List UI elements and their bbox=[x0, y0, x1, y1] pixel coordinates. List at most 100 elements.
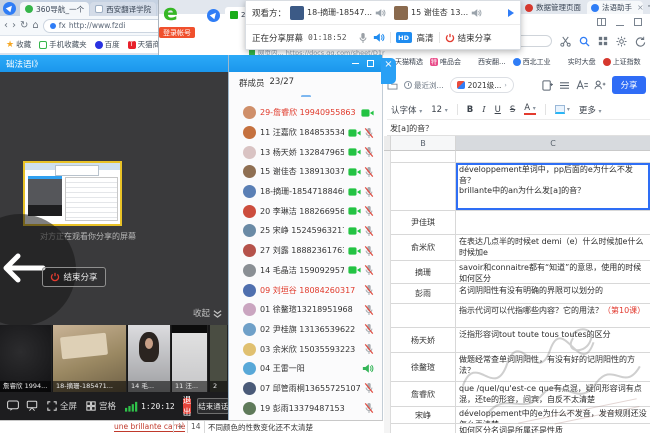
italic-button[interactable]: I bbox=[482, 105, 485, 115]
sheet-row[interactable]: 尹佳琪 bbox=[384, 211, 650, 235]
sheet-row[interactable]: 徐鳌瑄做题经常查单词阴阳性，有没有好的记阴阳性的方法？ bbox=[384, 353, 650, 382]
layout-icon[interactable] bbox=[597, 18, 606, 26]
bookmark-item[interactable]: 特唯品会 bbox=[430, 57, 461, 67]
cell-student-name[interactable] bbox=[391, 151, 456, 163]
share-button[interactable]: 分享 bbox=[612, 76, 646, 94]
viewer-chip[interactable]: 15 谢佳杏 13... bbox=[394, 6, 482, 20]
cell-question[interactable]: 泛指形容词tout toute tous toutes的区分 bbox=[456, 328, 650, 353]
member-row[interactable]: 13 杨天娇 13284796576 bbox=[229, 142, 382, 162]
member-row[interactable]: 11 汪嘉欣 18485353490 bbox=[229, 123, 382, 143]
sheet-row[interactable]: 摘珊savoir和connaitre都有“知道”的意思，使用的时候如何区分 bbox=[384, 261, 650, 284]
member-row[interactable]: 25 宋峥 15245963217 bbox=[229, 221, 382, 241]
home-icon[interactable]: ⌂ bbox=[32, 20, 38, 31]
cell-student-name[interactable]: 尹佳琪 bbox=[391, 211, 456, 235]
member-row[interactable]: 18-摘珊-18547188460 bbox=[229, 182, 382, 202]
sheet-row[interactable]: développement单词中，pp后面的e为什么不发音？ brillante… bbox=[384, 163, 650, 211]
scroll-up-hint[interactable] bbox=[301, 95, 311, 98]
recent-docs-link[interactable]: 最近浏... bbox=[404, 80, 444, 91]
spreadsheet-grid[interactable]: développement单词中，pp后面的e为什么不发音？ brillante… bbox=[384, 151, 650, 433]
sheet-row[interactable]: 彭雨名词阴阳性有没有明确的界限可以划分的 bbox=[384, 284, 650, 304]
fullscreen-button[interactable]: 全屏 bbox=[47, 400, 77, 412]
bookmark-item[interactable]: ★收藏 bbox=[6, 39, 31, 50]
tab-french-assistant[interactable]: 法语助手 × bbox=[587, 1, 643, 14]
maximize-icon[interactable] bbox=[367, 60, 374, 67]
cell-question[interactable]: 名词阴阳性有没有明确的界限可以划分的 bbox=[456, 284, 650, 304]
member-row[interactable]: 01 徐鳌瑄13218951968 bbox=[229, 300, 382, 320]
cell-student-name[interactable]: 俞米欣 bbox=[391, 235, 456, 261]
member-row[interactable]: 09 刘垣谷 18084260317 bbox=[229, 280, 382, 300]
forward-icon[interactable]: › bbox=[12, 20, 16, 31]
text-style-icon[interactable] bbox=[576, 80, 588, 90]
undo-icon[interactable] bbox=[635, 36, 646, 47]
strikethrough-button[interactable]: S bbox=[510, 105, 515, 115]
member-row[interactable]: 19 彭雨13379487153 bbox=[229, 398, 382, 418]
cell-student-name[interactable]: 宋峥 bbox=[391, 407, 456, 424]
highlight-color-button[interactable]: ▾ bbox=[555, 105, 570, 114]
member-row[interactable]: 27 刘露 18882361763 bbox=[229, 241, 382, 261]
member-row[interactable]: 29-詹睿欣 19940955863 bbox=[229, 103, 382, 123]
cell-student-name[interactable] bbox=[391, 163, 456, 211]
scissors-icon[interactable] bbox=[560, 36, 571, 47]
font-color-button[interactable]: A ▾ bbox=[524, 104, 536, 115]
cell-question[interactable]: savoir和connaitre都有“知道”的意思，使用的时候如何区分 bbox=[456, 261, 650, 284]
browser-tab[interactable]: 360导航_一个 bbox=[20, 2, 89, 16]
underline-button[interactable]: U bbox=[495, 105, 501, 115]
bookmark-item[interactable]: 实时大盘 bbox=[558, 57, 596, 67]
cell-question[interactable]: 如何区分名词是所属还是性质 bbox=[456, 424, 650, 433]
cell-question[interactable]: 在表达几点半的时候et demi（e）什么时候加e什么时候加e bbox=[456, 235, 650, 261]
end-share-button[interactable]: 结束分享 bbox=[42, 267, 106, 287]
formula-bar[interactable]: 发[a]的音？ bbox=[387, 121, 650, 136]
members-list[interactable]: 29-詹睿欣 1994095586311 汪嘉欣 1848535349013 杨… bbox=[229, 103, 382, 420]
grid-view-button[interactable]: 宫格 bbox=[86, 400, 116, 412]
cell-student-name[interactable]: 彭雨 bbox=[391, 284, 456, 304]
cell-question[interactable]: développement单词中，pp后面的e为什么不发音？ brillante… bbox=[456, 163, 650, 211]
minimize-icon[interactable] bbox=[352, 63, 359, 64]
video-thumbnail[interactable]: 2 bbox=[210, 325, 228, 392]
more-button[interactable]: 更多 ▾ bbox=[579, 104, 602, 116]
member-row[interactable]: 07 邱管雨桐13655725107 bbox=[229, 379, 382, 399]
end-call-button[interactable]: 结束通话 bbox=[197, 398, 229, 414]
minimize-button[interactable] bbox=[616, 25, 624, 26]
back-icon[interactable]: ‹ bbox=[4, 20, 8, 31]
member-row[interactable]: 20 李琳洁 18826695616 bbox=[229, 201, 382, 221]
reload-icon[interactable]: ↻ bbox=[20, 20, 28, 31]
maximize-button[interactable] bbox=[634, 18, 642, 26]
end-share-control[interactable]: 结束分享 bbox=[445, 32, 492, 44]
sheet-row[interactable]: 宋峥développement中的e为什么不发音，发音规则还没怎么弄清楚 bbox=[384, 407, 650, 424]
sheet-row[interactable]: 戴勤如何区分名词是所属还是性质 bbox=[384, 424, 650, 433]
video-thumbnail[interactable]: 18-摘珊-185471... bbox=[53, 325, 127, 392]
add-collaborator-icon[interactable] bbox=[594, 80, 606, 90]
cell-student-name[interactable] bbox=[391, 304, 456, 328]
sheet-row[interactable] bbox=[384, 151, 650, 163]
call-window-titlebar[interactable]: 础法语I》 bbox=[0, 55, 228, 72]
sheet-row[interactable]: 俞米欣在表达几点半的时候et demi（e）什么时候加e什么时候加e bbox=[384, 235, 650, 261]
sheet-row[interactable]: 杨天娇泛指形容词tout toute tous toutes的区分 bbox=[384, 328, 650, 353]
members-panel-titlebar[interactable] bbox=[229, 55, 382, 72]
bookmark-item[interactable]: 西安翻... bbox=[468, 57, 506, 67]
menu-lines-icon[interactable] bbox=[559, 81, 570, 90]
chat-icon[interactable] bbox=[7, 400, 19, 412]
font-family-select[interactable]: 认字体 ▾ bbox=[391, 104, 422, 116]
bookmark-item[interactable]: 手机收藏夹 bbox=[39, 39, 87, 50]
collapse-control[interactable]: 收起 bbox=[193, 307, 222, 319]
viewers-expand-arrow[interactable] bbox=[508, 9, 514, 17]
browser-tab[interactable]: 西安翻译学院 bbox=[90, 2, 156, 16]
speaker-icon[interactable] bbox=[373, 32, 385, 43]
hd-badge[interactable]: HD bbox=[396, 32, 412, 43]
bookmark-item[interactable]: 上证指数 bbox=[603, 57, 641, 67]
cell-student-name[interactable]: 摘珊 bbox=[391, 261, 456, 284]
column-header-c[interactable]: C bbox=[456, 136, 650, 151]
sheet-row[interactable]: 詹睿欣que /quel/qu'est-ce que有点混，疑问形容词有点混，还… bbox=[384, 382, 650, 407]
exit-button[interactable]: 退出 bbox=[183, 398, 192, 414]
column-header-b[interactable]: B bbox=[391, 136, 456, 151]
member-row[interactable]: 15 谢佳杏 13891303753... bbox=[229, 162, 382, 182]
video-thumbnail[interactable]: 14 毛... bbox=[128, 325, 171, 392]
member-row[interactable]: 04 王雷一阳 bbox=[229, 359, 382, 379]
members-panel-close-tab[interactable]: × bbox=[381, 58, 396, 84]
video-thumbnail[interactable]: 11 汪... bbox=[172, 325, 208, 392]
tab-data-management[interactable]: 数据管理页面 bbox=[521, 1, 585, 14]
cell-student-name[interactable]: 徐鳌瑄 bbox=[391, 353, 456, 382]
doc-switcher-pill[interactable]: 2021级... › bbox=[450, 77, 514, 93]
whiteboard-icon[interactable] bbox=[26, 400, 38, 412]
viewer-chip[interactable]: 18-摘珊-18547... bbox=[290, 6, 386, 20]
